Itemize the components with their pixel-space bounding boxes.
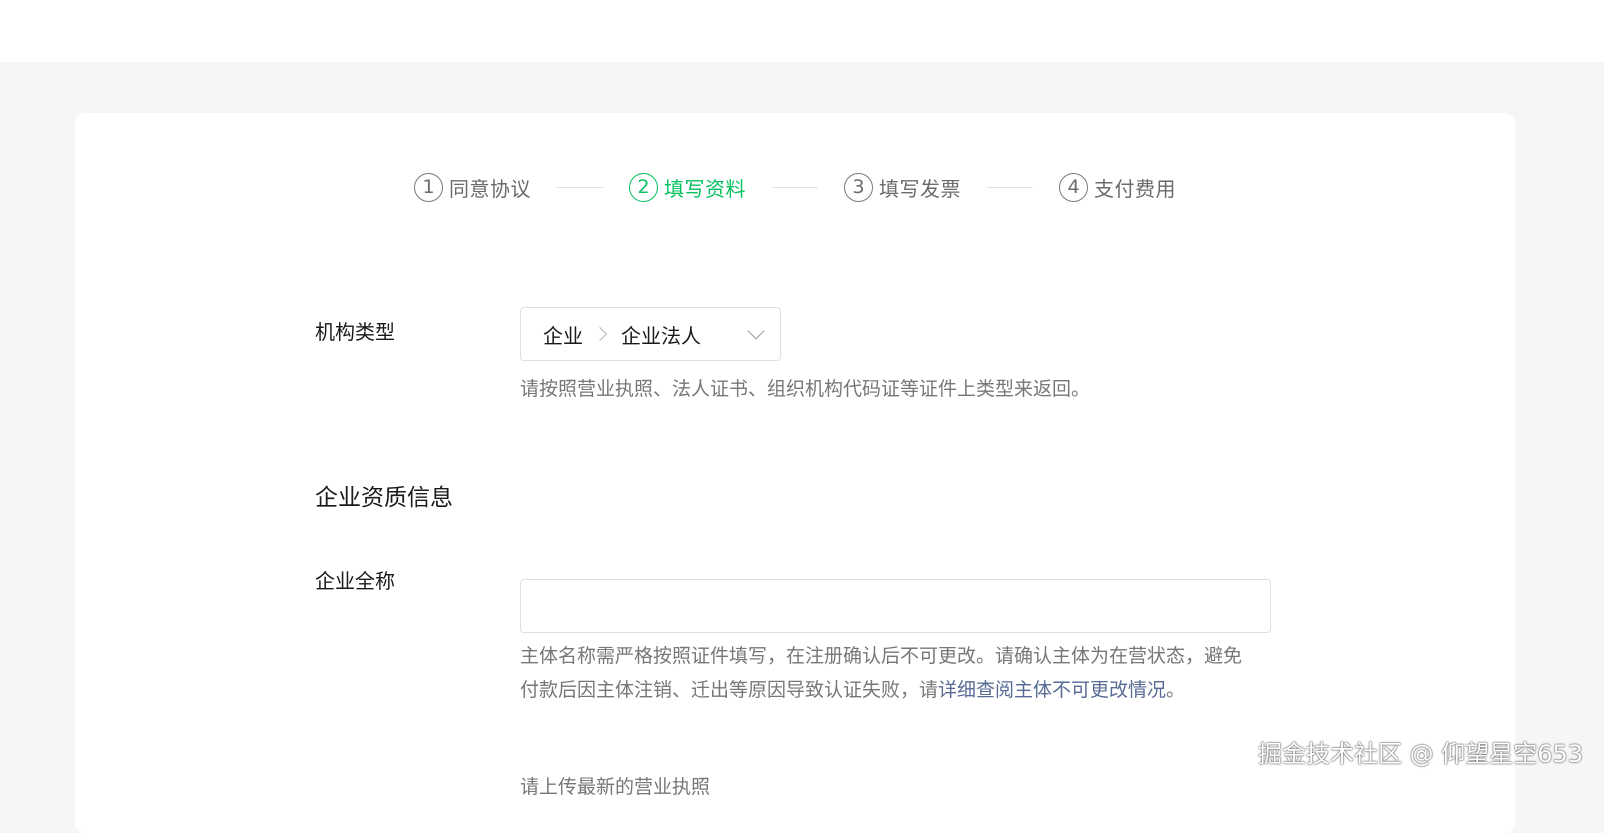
step-number: 3 — [844, 172, 873, 202]
company-name-hint: 主体名称需严格按照证件填写，在注册确认后不可更改。请确认主体为在营状态，避免付款… — [520, 639, 1250, 707]
org-type-label: 机构类型 — [315, 320, 395, 344]
step-connector — [987, 186, 1033, 188]
org-type-level2: 企业法人 — [621, 323, 701, 348]
step-invoice: 3 填写发票 — [844, 172, 961, 202]
step-label: 支付费用 — [1094, 176, 1176, 201]
watermark: 掘金技术社区 @ 仰望星空653 — [1258, 740, 1584, 768]
step-connector — [772, 186, 818, 188]
company-name-input[interactable] — [520, 579, 1271, 633]
company-name-label: 企业全称 — [315, 569, 395, 593]
step-label: 同意协议 — [449, 176, 531, 201]
org-type-select[interactable]: 企业 企业法人 — [520, 307, 781, 361]
step-fill-info: 2 填写资料 — [629, 172, 746, 202]
step-number: 4 — [1059, 172, 1088, 202]
hint-text-end: 。 — [1166, 679, 1186, 701]
top-bar — [0, 0, 1604, 62]
company-change-rules-link[interactable]: 详细查阅主体不可更改情况 — [938, 679, 1166, 701]
chevron-down-icon — [747, 322, 765, 340]
form-card: 1 同意协议 2 填写资料 3 填写发票 4 支付费用 机构类型 企业 企业法人… — [75, 113, 1515, 833]
step-indicator: 1 同意协议 2 填写资料 3 填写发票 4 支付费用 — [75, 167, 1515, 207]
org-type-hint: 请按照营业执照、法人证书、组织机构代码证等证件上类型来返回。 — [520, 378, 1091, 400]
step-number: 2 — [629, 172, 658, 202]
step-connector — [557, 186, 603, 188]
chevron-right-icon — [592, 326, 608, 342]
section-title: 企业资质信息 — [315, 485, 453, 511]
step-label: 填写发票 — [879, 176, 961, 201]
step-payment: 4 支付费用 — [1059, 172, 1176, 202]
step-agree: 1 同意协议 — [414, 172, 531, 202]
license-upload-hint: 请上传最新的营业执照 — [520, 776, 711, 798]
step-number: 1 — [414, 172, 443, 202]
step-label: 填写资料 — [664, 176, 746, 201]
org-type-level1: 企业 — [543, 323, 583, 348]
